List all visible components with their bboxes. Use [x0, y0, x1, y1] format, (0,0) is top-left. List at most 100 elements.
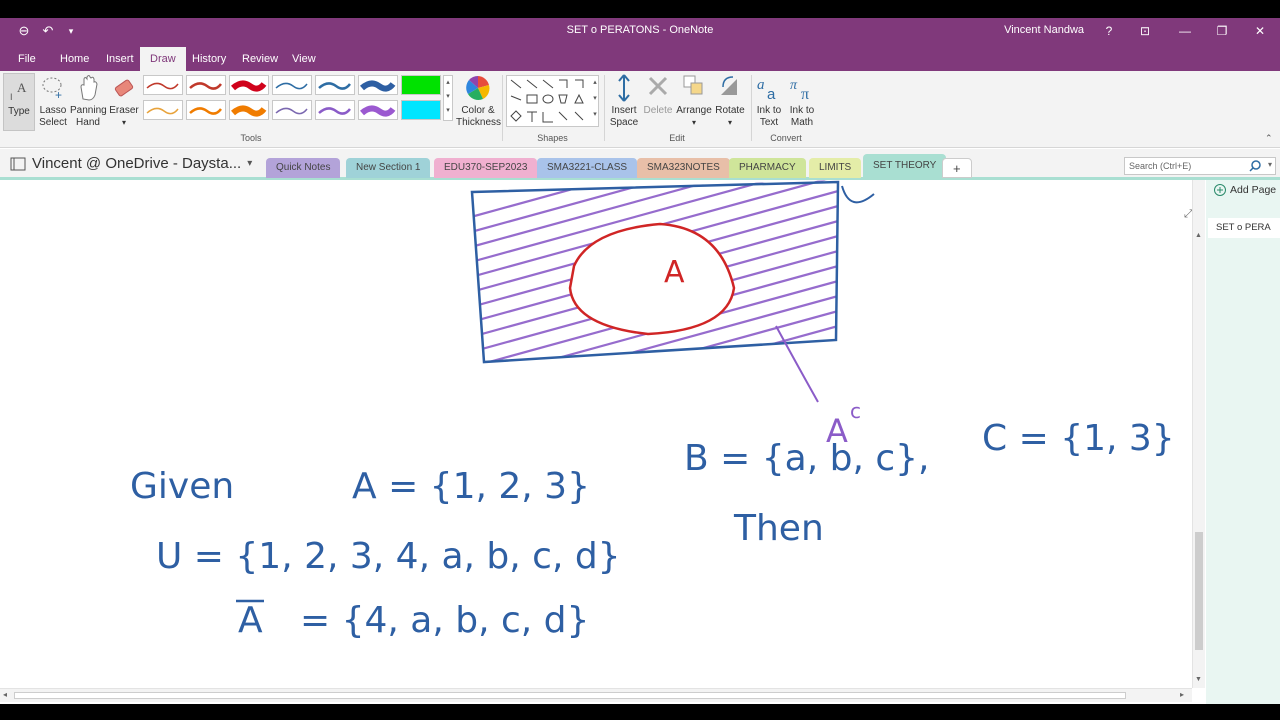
rotate-dropdown-icon: ▾ [727, 118, 732, 127]
svg-text:I: I [10, 92, 13, 102]
lasso-select-button[interactable]: + Lasso Select [38, 73, 68, 129]
section-tab-set-theory[interactable]: SET THEORY [863, 154, 947, 178]
collapse-ribbon-icon[interactable]: ⌃ [1265, 133, 1273, 144]
close-icon[interactable]: ✕ [1245, 21, 1275, 41]
shapes-scroll[interactable]: ▴ ▾ ▾ [590, 75, 600, 127]
pen-red-thin[interactable] [143, 75, 183, 95]
vertical-scroll-thumb[interactable] [1195, 532, 1203, 650]
color-thickness-label-2: Thickness [456, 117, 502, 128]
rotate-button[interactable]: Rotate ▾ [713, 73, 747, 129]
scroll-right-icon[interactable]: ▸ [1180, 690, 1184, 699]
add-page-icon [1214, 184, 1226, 196]
pen-orange-thin[interactable] [143, 100, 183, 120]
search-icon [1249, 160, 1261, 172]
ink-to-math-label-1: Ink to [789, 105, 815, 116]
page-canvas[interactable]: A A c Given A = {1, 2, 3} B = {a, b, c},… [0, 180, 1192, 688]
arrange-button[interactable]: Arrange ▾ [675, 73, 713, 129]
shapes-gallery[interactable] [506, 75, 599, 127]
search-box[interactable]: Search (Ctrl+E) ▾ [1124, 157, 1276, 175]
ribbon-tabs: File Home Insert Draw History Review Vie… [0, 44, 1280, 71]
pen-orange-medium[interactable] [186, 100, 226, 120]
pen-purple-thin[interactable] [272, 100, 312, 120]
horizontal-scroll-thumb[interactable] [14, 692, 1126, 699]
highlighter-green[interactable] [401, 75, 441, 95]
insert-space-icon [618, 74, 630, 102]
panning-label-2: Hand [76, 117, 100, 128]
section-tab-sma323notes[interactable]: SMA323NOTES [637, 158, 730, 178]
pen-purple-thick[interactable] [358, 100, 398, 120]
separator [502, 75, 503, 141]
section-tab-limits[interactable]: LIMITS [809, 158, 862, 178]
insert-space-button[interactable]: Insert Space [607, 73, 641, 129]
lasso-label-2: Select [39, 117, 67, 128]
page-list-item[interactable]: SET o PERA [1208, 218, 1280, 238]
type-button[interactable]: AI Type [3, 73, 35, 131]
arrange-icon [683, 75, 703, 95]
tab-review[interactable]: Review [232, 47, 288, 71]
complement-superscript: c [850, 399, 861, 423]
user-name[interactable]: Vincent Nandwa [1004, 24, 1084, 36]
pen-red-thick[interactable] [229, 75, 269, 95]
section-tab-new-section-1[interactable]: New Section 1 [346, 158, 431, 178]
horizontal-scrollbar[interactable]: ◂ ▸ [0, 688, 1192, 702]
rotate-icon [721, 76, 737, 95]
pen-gallery-scroll[interactable]: ▴ ▾ ▾ [443, 75, 453, 121]
rotate-label: Rotate [715, 105, 745, 116]
tab-view[interactable]: View [282, 47, 326, 71]
a-bar-label: A [238, 600, 263, 641]
scroll-up-icon[interactable]: ▲ [1195, 232, 1202, 239]
scroll-down-icon[interactable]: ▼ [1195, 676, 1202, 683]
section-tab-quick-notes[interactable]: Quick Notes [266, 158, 341, 178]
section-tab-edu370[interactable]: EDU370-SEP2023 [434, 158, 538, 178]
restore-icon[interactable]: ❐ [1207, 21, 1237, 41]
tab-history[interactable]: History [182, 47, 236, 71]
separator [751, 75, 752, 141]
notebook-name: Vincent @ OneDrive - Daysta... [32, 155, 242, 172]
search-scope-dropdown-icon[interactable]: ▾ [1268, 160, 1272, 169]
tab-file[interactable]: File [8, 47, 46, 71]
panning-label-1: Panning [70, 105, 107, 116]
eraser-label: Eraser [109, 105, 139, 116]
help-button[interactable]: ? [1094, 21, 1124, 41]
universal-label-stroke [841, 185, 875, 204]
expand-page-icon[interactable]: ⤢ [1184, 208, 1192, 221]
ink-to-math-button[interactable]: ππ Ink to Math [786, 73, 818, 129]
pen-purple-medium[interactable] [315, 100, 355, 120]
pen-blue-medium[interactable] [315, 75, 355, 95]
tab-home[interactable]: Home [50, 47, 99, 71]
color-thickness-button[interactable]: Color & Thickness [456, 73, 502, 129]
section-tab-sma3221[interactable]: SMA3221-CLASS [537, 158, 638, 178]
scroll-left-icon[interactable]: ◂ [3, 690, 7, 699]
add-page-button[interactable]: Add Page [1214, 184, 1276, 196]
tab-draw[interactable]: Draw [140, 47, 186, 71]
pen-red-medium[interactable] [186, 75, 226, 95]
vertical-scrollbar[interactable]: ▲ ▼ [1192, 180, 1205, 688]
ink-to-text-button[interactable]: aa Ink to Text [754, 73, 784, 129]
ribbon-display-icon[interactable]: ⊡ [1130, 21, 1160, 41]
delete-button[interactable]: Delete [642, 73, 674, 117]
separator [604, 75, 605, 141]
add-section-button[interactable]: + [942, 158, 972, 178]
delete-label: Delete [643, 105, 673, 116]
onenote-window: ⊖ ↶ ▾ SET o PERATONS - OneNote Vincent N… [0, 18, 1280, 704]
highlighter-cyan[interactable] [401, 100, 441, 120]
set-a-label: A [664, 255, 685, 290]
pen-orange-thick[interactable] [229, 100, 269, 120]
page-list-pane: Add Page SET o PERA [1206, 180, 1280, 704]
section-tab-pharmacy[interactable]: PHARMACY [729, 158, 806, 178]
eraser-button[interactable]: Eraser ▾ [108, 73, 140, 129]
tab-insert[interactable]: Insert [96, 47, 144, 71]
ink-drawing: A A c Given A = {1, 2, 3} B = {a, b, c},… [130, 180, 1175, 641]
a-bar-set: = {4, a, b, c, d} [300, 600, 589, 641]
minimize-icon[interactable]: — [1170, 21, 1200, 41]
pen-blue-thin[interactable] [272, 75, 312, 95]
color-thickness-label-1: Color & [461, 105, 495, 116]
notebook-dropdown-icon: ▾ [247, 158, 253, 169]
pen-blue-thick[interactable] [358, 75, 398, 95]
arrange-dropdown-icon: ▾ [691, 118, 696, 127]
search-placeholder: Search (Ctrl+E) [1129, 161, 1192, 171]
notebook-selector[interactable]: Vincent @ OneDrive - Daysta... ▾ [10, 155, 252, 172]
eraser-dropdown-icon: ▾ [121, 118, 126, 127]
shapes-icons [510, 79, 584, 123]
panning-hand-button[interactable]: Panning Hand [70, 73, 107, 129]
